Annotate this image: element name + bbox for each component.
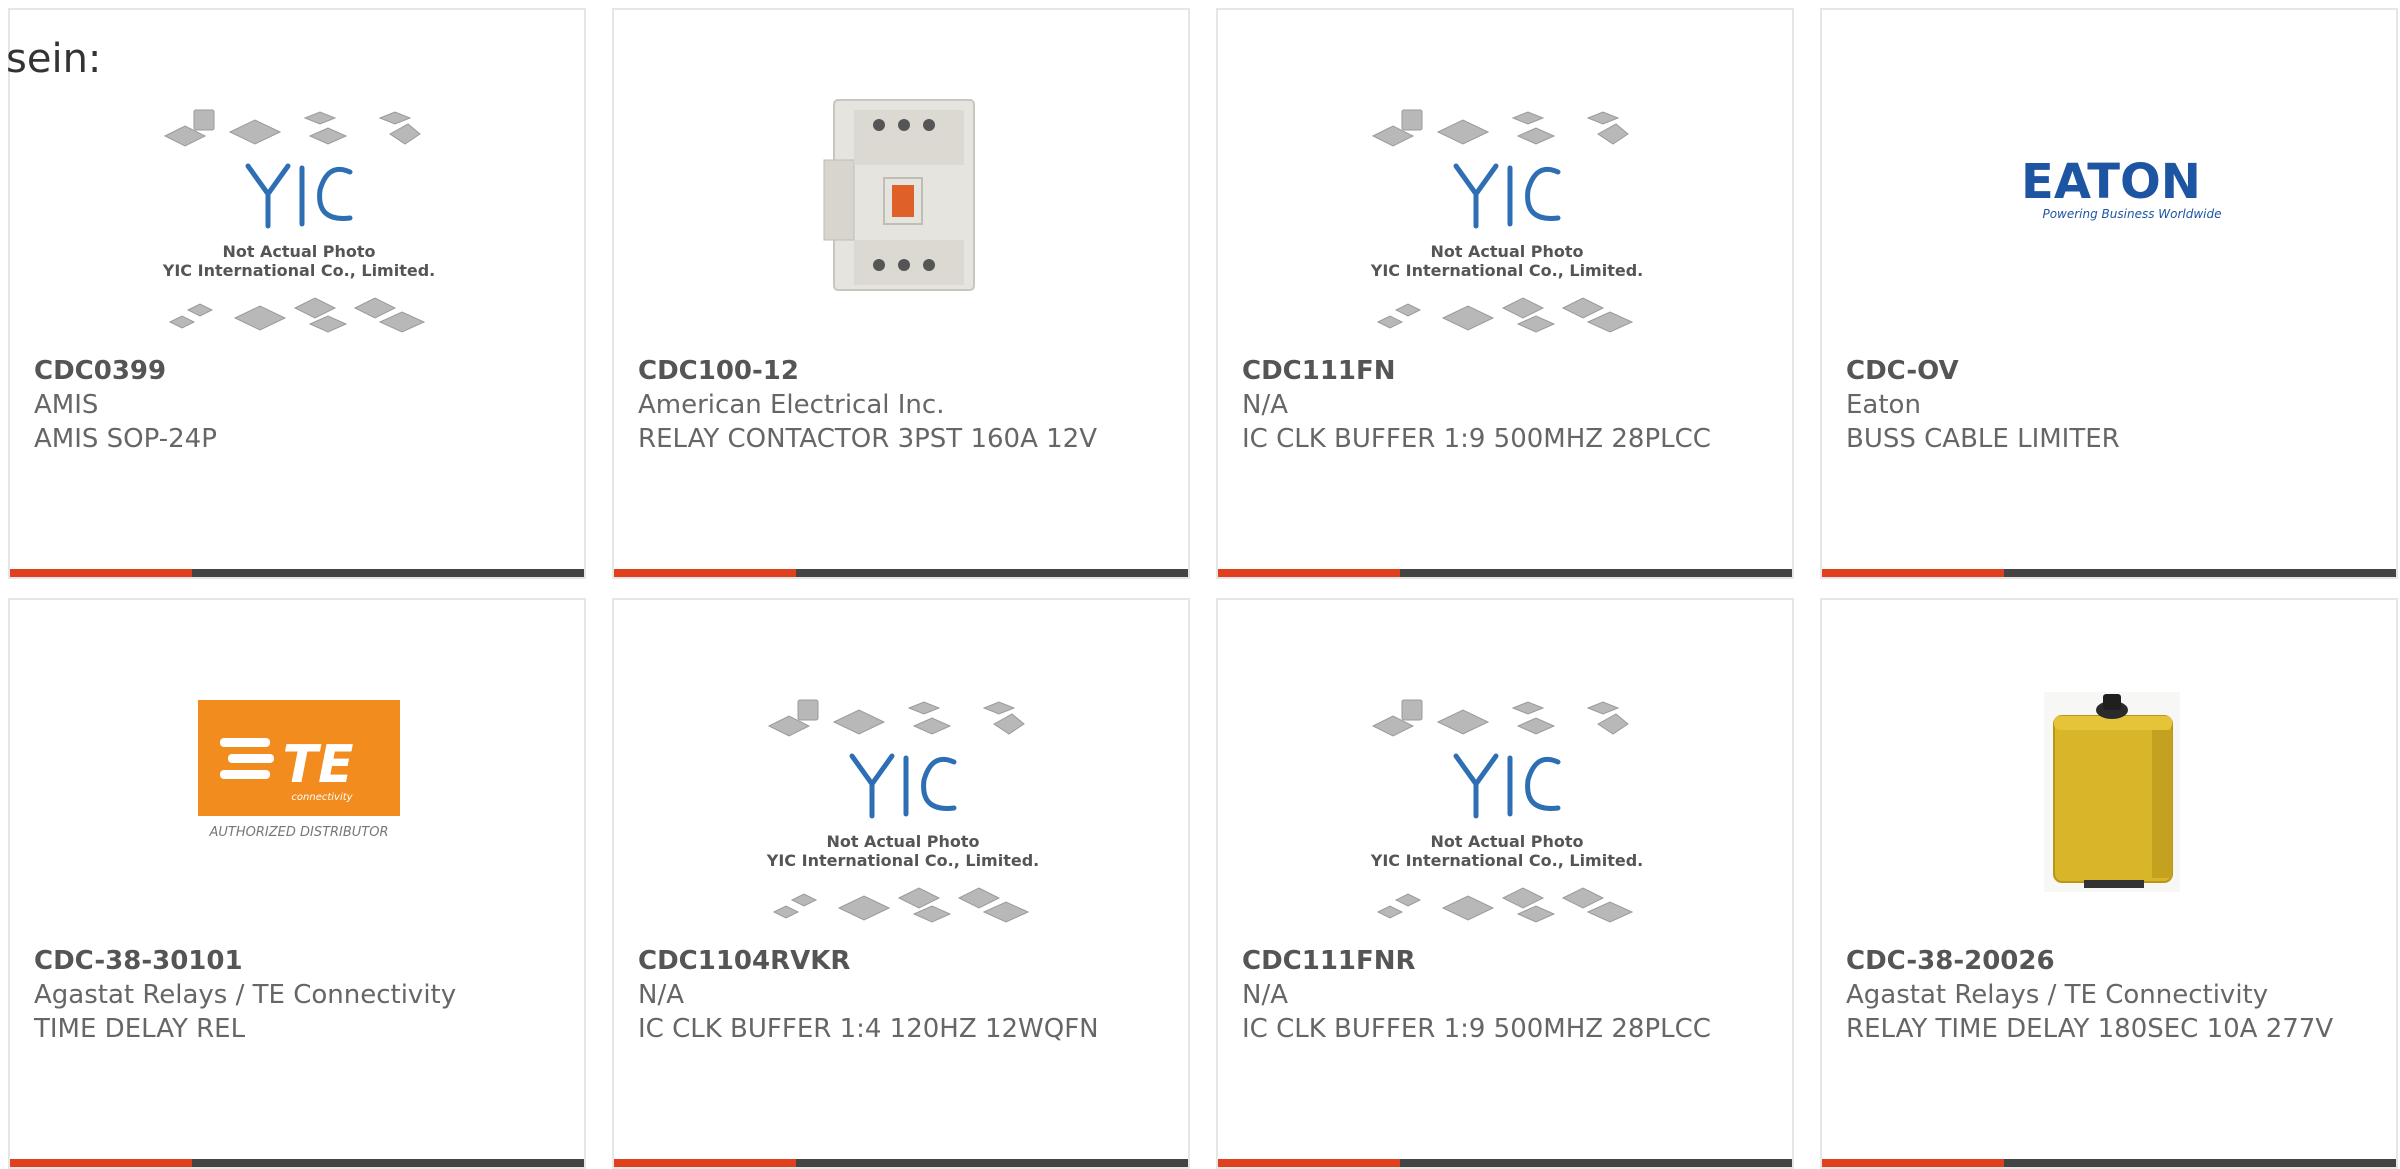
product-image-relay (1822, 680, 2396, 940)
product-card[interactable]: CDC-38-20026 Agastat Relays / TE Connect… (1820, 598, 2398, 1169)
product-card[interactable]: TE connectivity AUTHORIZED DISTRIBUTOR C… (8, 598, 586, 1169)
card-bottom-bar (10, 1159, 584, 1167)
card-bottom-bar (10, 569, 584, 577)
placeholder-caption: YIC International Co., Limited. (1370, 261, 1643, 280)
manufacturer: N/A (638, 980, 684, 1010)
description: IC CLK BUFFER 1:4 120HZ 12WQFN (638, 1014, 1099, 1044)
description: IC CLK BUFFER 1:9 500MHZ 28PLCC (1242, 424, 1711, 454)
manufacturer: AMIS (34, 390, 99, 420)
card-bottom-bar (1218, 1159, 1792, 1167)
placeholder-caption: Not Actual Photo (222, 242, 375, 261)
manufacturer: Agastat Relays / TE Connectivity (34, 980, 457, 1010)
te-authorized-text: AUTHORIZED DISTRIBUTOR (208, 825, 388, 840)
description: IC CLK BUFFER 1:9 500MHZ 28PLCC (1242, 1014, 1711, 1044)
card-bottom-bar (614, 569, 1188, 577)
product-card[interactable]: Not Actual Photo YIC International Co., … (8, 8, 586, 579)
part-number[interactable]: CDC0399 (34, 354, 564, 388)
product-card[interactable]: CDC100-12 American Electrical Inc. RELAY… (612, 8, 1190, 579)
part-number[interactable]: CDC100-12 (638, 354, 1168, 388)
card-bottom-bar (614, 1159, 1188, 1167)
placeholder-caption: YIC International Co., Limited. (766, 851, 1039, 870)
product-image-yic-placeholder: Not Actual Photo YIC International Co., … (614, 680, 1188, 940)
part-number[interactable]: CDC-OV (1846, 354, 2376, 388)
product-card[interactable]: Not Actual Photo YIC International Co., … (612, 598, 1190, 1169)
lead-text: sein: (6, 36, 102, 82)
placeholder-caption: Not Actual Photo (826, 832, 979, 851)
card-bottom-bar (1218, 569, 1792, 577)
product-image-contactor (614, 90, 1188, 350)
description: BUSS CABLE LIMITER (1846, 424, 2120, 454)
part-number[interactable]: CDC111FNR (1242, 944, 1772, 978)
manufacturer: Agastat Relays / TE Connectivity (1846, 980, 2269, 1010)
card-accent-bar (10, 1159, 192, 1167)
description: AMIS SOP-24P (34, 424, 217, 454)
placeholder-caption: Not Actual Photo (1430, 242, 1583, 261)
eaton-logo-text: EATON (2021, 154, 2201, 210)
card-accent-bar (1822, 1159, 2004, 1167)
manufacturer: Eaton (1846, 390, 1921, 420)
manufacturer: American Electrical Inc. (638, 390, 945, 420)
part-number[interactable]: CDC-38-20026 (1846, 944, 2376, 978)
card-bottom-bar (1822, 569, 2396, 577)
te-logo-text: TE (283, 735, 354, 795)
placeholder-caption: Not Actual Photo (1430, 832, 1583, 851)
card-bottom-bar (1822, 1159, 2396, 1167)
card-accent-bar (1822, 569, 2004, 577)
te-logo-sub: connectivity (291, 792, 353, 803)
card-accent-bar (1218, 569, 1400, 577)
product-image-te-logo: TE connectivity AUTHORIZED DISTRIBUTOR (10, 680, 584, 940)
eaton-tagline: Powering Business Worldwide (2042, 207, 2221, 221)
card-accent-bar (614, 569, 796, 577)
manufacturer: N/A (1242, 980, 1288, 1010)
product-image-yic-placeholder: Not Actual Photo YIC International Co., … (1218, 680, 1792, 940)
product-card[interactable]: EATON Powering Business Worldwide CDC-OV… (1820, 8, 2398, 579)
card-accent-bar (10, 569, 192, 577)
part-number[interactable]: CDC111FN (1242, 354, 1772, 388)
product-card[interactable]: Not Actual Photo YIC International Co., … (1216, 598, 1794, 1169)
description: TIME DELAY REL (34, 1014, 246, 1044)
card-accent-bar (614, 1159, 796, 1167)
product-image-yic-placeholder: Not Actual Photo YIC International Co., … (10, 90, 584, 350)
product-image-eaton-logo: EATON Powering Business Worldwide (1822, 90, 2396, 350)
product-card[interactable]: Not Actual Photo YIC International Co., … (1216, 8, 1794, 579)
manufacturer: N/A (1242, 390, 1288, 420)
placeholder-caption: YIC International Co., Limited. (162, 261, 435, 280)
part-number[interactable]: CDC-38-30101 (34, 944, 564, 978)
placeholder-caption: YIC International Co., Limited. (1370, 851, 1643, 870)
card-accent-bar (1218, 1159, 1400, 1167)
product-image-yic-placeholder: Not Actual Photo YIC International Co., … (1218, 90, 1792, 350)
description: RELAY TIME DELAY 180SEC 10A 277V (1846, 1014, 2334, 1044)
description: RELAY CONTACTOR 3PST 160A 12V (638, 424, 1097, 454)
part-number[interactable]: CDC1104RVKR (638, 944, 1168, 978)
